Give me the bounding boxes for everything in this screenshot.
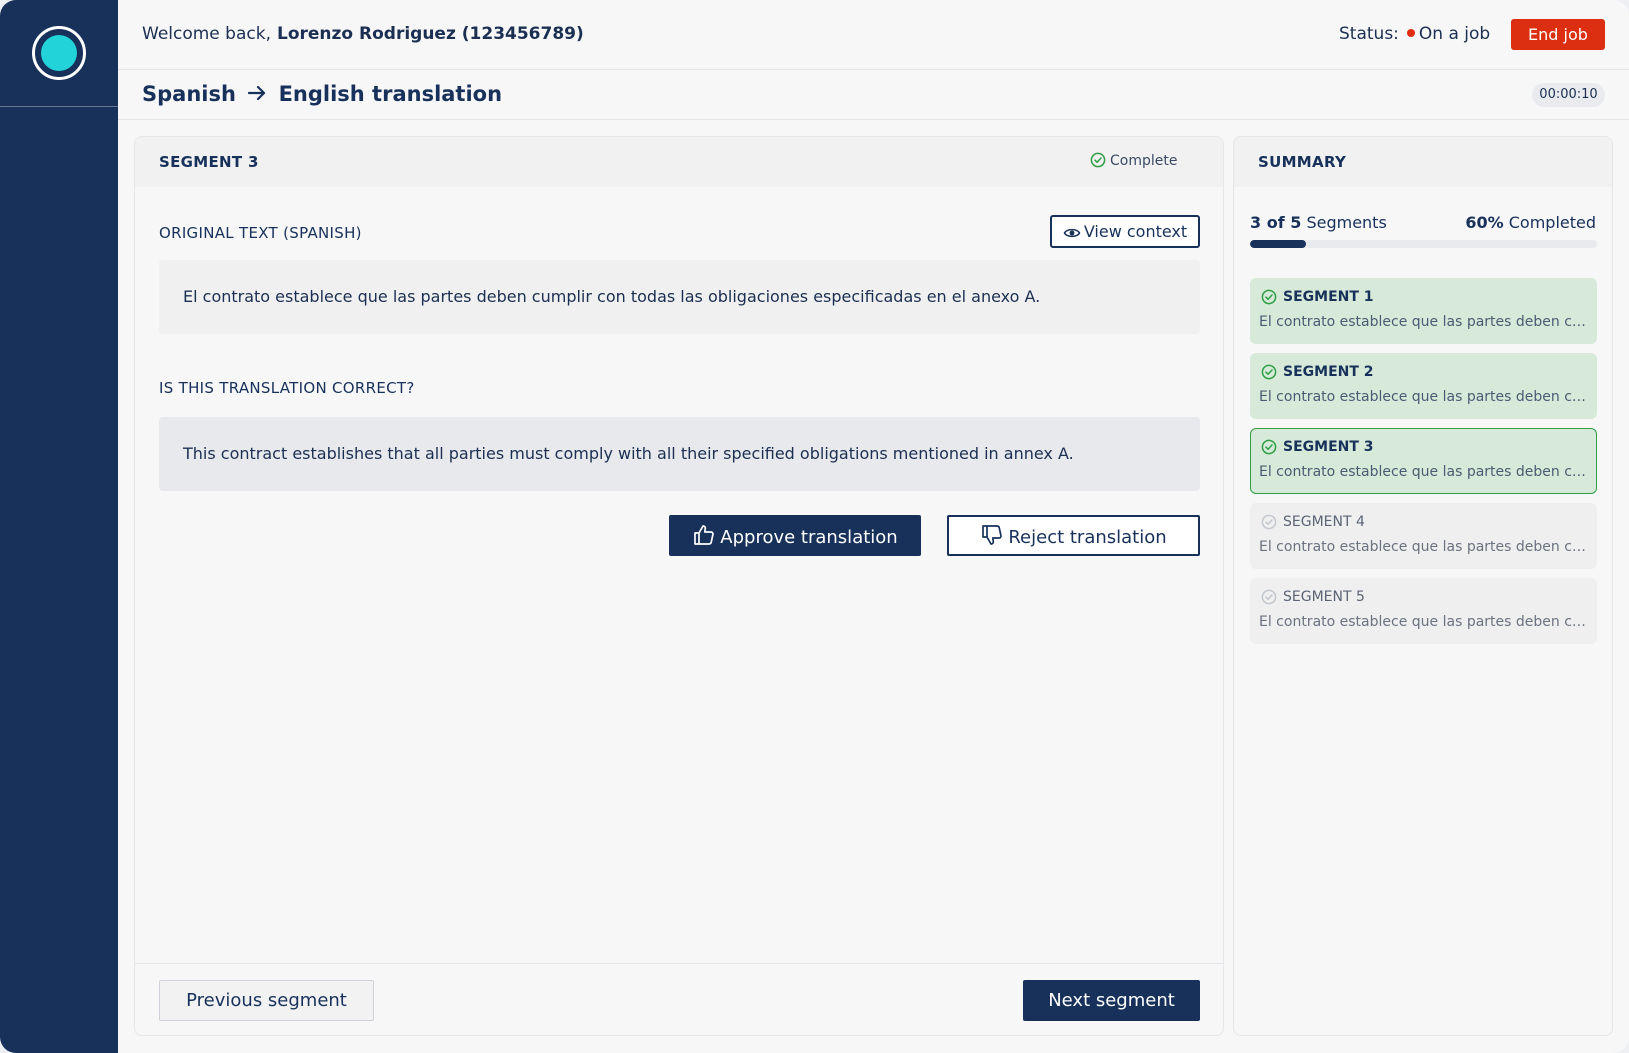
job-timer: 00:00:10 xyxy=(1532,83,1605,107)
summary-segment-snippet: El contrato establece que las partes deb… xyxy=(1259,314,1590,330)
welcome-label: Welcome back, xyxy=(142,24,271,44)
summary-segment-name: SEGMENT 5 xyxy=(1261,589,1588,605)
segment-panel: SEGMENT 3 Complete ORIGINAL TEXT (SPANIS… xyxy=(134,136,1224,1036)
check-circle-icon xyxy=(1261,589,1283,605)
reject-translation-button[interactable]: Reject translation xyxy=(947,515,1200,556)
eye-icon xyxy=(1063,222,1084,241)
app-window: Welcome back, Lorenzo Rodriguez (12345678… xyxy=(0,0,1629,1053)
progress-bar-fill xyxy=(1250,240,1306,248)
reject-label: Reject translation xyxy=(1008,527,1167,548)
logo-dot xyxy=(41,35,77,71)
approve-translation-button[interactable]: Approve translation xyxy=(669,515,921,556)
original-text: El contrato establece que las partes deb… xyxy=(159,260,1200,334)
summary-segment-name: SEGMENT 1 xyxy=(1261,289,1588,305)
completion-percent: 60% Completed xyxy=(1465,213,1596,232)
welcome-message: Welcome back, Lorenzo Rodriguez (12345678… xyxy=(142,24,584,44)
progress-bar xyxy=(1250,240,1597,248)
thumbs-down-icon xyxy=(980,525,1008,548)
segments-count-value: 3 of 5 xyxy=(1250,213,1302,232)
view-context-button[interactable]: View context xyxy=(1050,215,1200,248)
check-circle-icon xyxy=(1261,364,1283,380)
logo-icon[interactable] xyxy=(32,26,86,80)
target-language: English translation xyxy=(278,82,503,106)
segments-word: Segments xyxy=(1306,213,1387,232)
segment-footer: Previous segment Next segment xyxy=(135,963,1223,1035)
job-title-bar: Spanish English translation 00:00:10 xyxy=(118,70,1629,120)
summary-segment-name: SEGMENT 4 xyxy=(1261,514,1588,530)
logo-area xyxy=(0,0,118,107)
segment-status: Complete xyxy=(1090,152,1177,169)
check-circle-icon xyxy=(1261,289,1283,305)
summary-segment-item[interactable]: SEGMENT 2 El contrato establece que las p… xyxy=(1250,353,1597,419)
next-segment-button[interactable]: Next segment xyxy=(1023,980,1200,1021)
summary-segment-snippet: El contrato establece que las partes deb… xyxy=(1259,539,1590,555)
source-language: Spanish xyxy=(142,82,236,106)
thumbs-up-icon xyxy=(692,525,720,548)
check-circle-icon xyxy=(1090,152,1110,169)
approve-label: Approve translation xyxy=(720,527,898,548)
summary-segment-label: SEGMENT 2 xyxy=(1283,364,1374,380)
summary-segment-label: SEGMENT 4 xyxy=(1283,514,1365,530)
top-bar: Welcome back, Lorenzo Rodriguez (12345678… xyxy=(118,0,1629,70)
question-label: IS THIS TRANSLATION CORRECT? xyxy=(159,379,415,397)
summary-segment-label: SEGMENT 1 xyxy=(1283,289,1374,305)
check-circle-icon xyxy=(1261,439,1283,455)
completed-word: Completed xyxy=(1508,213,1596,232)
status-label: Status: xyxy=(1339,24,1399,44)
summary-title: SUMMARY xyxy=(1258,153,1347,171)
segment-list: SEGMENT 1 El contrato establece que las p… xyxy=(1250,278,1597,653)
summary-segment-item[interactable]: SEGMENT 3 El contrato establece que las p… xyxy=(1250,428,1597,494)
summary-segment-name: SEGMENT 3 xyxy=(1261,439,1588,455)
summary-segment-label: SEGMENT 5 xyxy=(1283,589,1365,605)
end-job-button[interactable]: End job xyxy=(1511,19,1605,50)
previous-segment-button[interactable]: Previous segment xyxy=(159,980,374,1021)
segment-header: SEGMENT 3 Complete xyxy=(135,137,1223,187)
summary-segment-name: SEGMENT 2 xyxy=(1261,364,1588,380)
segments-count: 3 of 5 Segments xyxy=(1250,213,1387,232)
user-name: Lorenzo Rodriguez (123456789) xyxy=(276,24,584,44)
arrow-right-icon xyxy=(247,82,267,106)
summary-segment-item[interactable]: SEGMENT 5 El contrato establece que las p… xyxy=(1250,578,1597,644)
summary-panel: SUMMARY 3 of 5 Segments 60% Completed SE… xyxy=(1233,136,1613,1036)
status-value: On a job xyxy=(1418,24,1491,44)
translation-text: This contract establishes that all parti… xyxy=(159,417,1200,491)
summary-segment-item[interactable]: SEGMENT 4 El contrato establece que las p… xyxy=(1250,503,1597,569)
summary-header: SUMMARY xyxy=(1234,137,1612,187)
summary-segment-snippet: El contrato establece que las partes deb… xyxy=(1259,389,1590,405)
segment-title: SEGMENT 3 xyxy=(159,153,259,171)
completion-percent-value: 60% xyxy=(1465,213,1504,232)
summary-segment-snippet: El contrato establece que las partes deb… xyxy=(1259,614,1590,630)
check-circle-icon xyxy=(1261,514,1283,530)
summary-segment-snippet: El contrato establece que las partes deb… xyxy=(1259,464,1590,480)
segment-status-label: Complete xyxy=(1110,153,1178,169)
sidebar xyxy=(0,0,118,1053)
job-status: Status: On a job xyxy=(1339,24,1490,44)
page-title: Spanish English translation xyxy=(142,82,502,106)
status-dot-icon xyxy=(1406,29,1415,37)
summary-segment-label: SEGMENT 3 xyxy=(1283,439,1374,455)
original-text-label: ORIGINAL TEXT (SPANISH) xyxy=(159,224,362,242)
summary-segment-item[interactable]: SEGMENT 1 El contrato establece que las p… xyxy=(1250,278,1597,344)
view-context-label: View context xyxy=(1083,222,1188,241)
